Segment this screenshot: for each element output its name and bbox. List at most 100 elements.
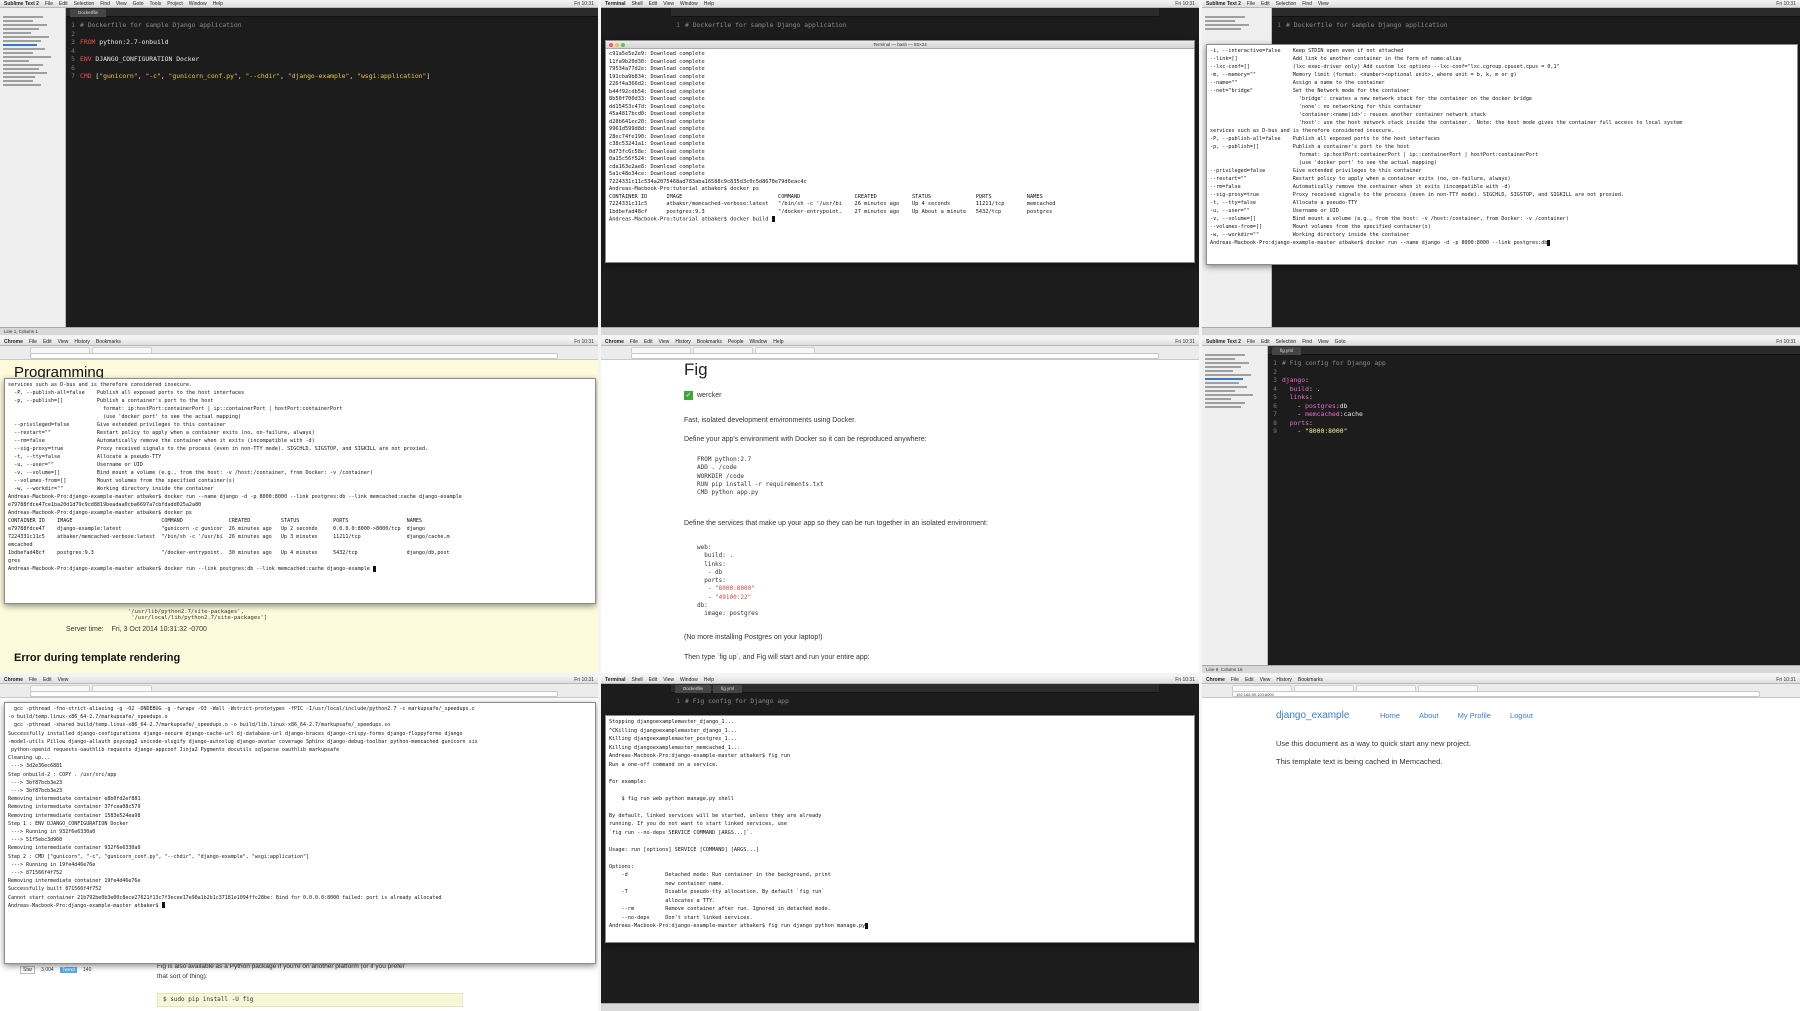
- code-line[interactable]: 1 # Dockerfile for sample Django applicat…: [66, 21, 598, 30]
- menu-app-name[interactable]: Chrome: [4, 677, 23, 683]
- terminal-titlebar[interactable]: Terminal — bash — 80×24: [606, 41, 1194, 49]
- menu-file[interactable]: File: [1247, 339, 1255, 345]
- code-line[interactable]: 4 build: .: [1268, 385, 1800, 394]
- code-line[interactable]: 8 ports:: [1268, 419, 1800, 428]
- browser-tab[interactable]: [30, 347, 90, 353]
- wercker-badge[interactable]: ✓ wercker: [684, 391, 722, 400]
- menu-bookmarks[interactable]: Bookmarks: [96, 339, 121, 345]
- terminal-prompt[interactable]: Andreas-Macbook-Pro:django-example-maste…: [609, 922, 1191, 931]
- menu-file[interactable]: File: [1247, 1, 1255, 7]
- menu-edit[interactable]: Edit: [1261, 339, 1270, 345]
- menu-edit[interactable]: Edit: [1261, 1, 1270, 7]
- browser-tab[interactable]: [30, 685, 90, 691]
- menu-history[interactable]: History: [1276, 677, 1292, 683]
- browser-tab[interactable]: [1356, 685, 1416, 691]
- browser-tab[interactable]: [92, 347, 152, 353]
- terminal-output[interactable]: gcc -pthread -fno-strict-aliasing -g -O2…: [5, 703, 595, 912]
- menu-file[interactable]: File: [630, 339, 638, 345]
- code-line[interactable]: 6: [66, 64, 598, 73]
- github-star-button[interactable]: Star: [20, 966, 36, 974]
- menu-app-name[interactable]: Chrome: [605, 339, 624, 345]
- browser-tab[interactable]: [1294, 685, 1354, 691]
- code-line[interactable]: 3 django:: [1268, 376, 1800, 385]
- menu-selection[interactable]: Selection: [1276, 1, 1297, 7]
- terminal-window[interactable]: Stopping djangoexamplemaster_django_1...…: [605, 715, 1195, 943]
- browser-tab[interactable]: [755, 347, 815, 353]
- code-view[interactable]: 1 # Fig config for Django app 2 3 django:4 b…: [1268, 355, 1800, 665]
- code-line[interactable]: 6 - postgres:db: [1268, 402, 1800, 411]
- code-view[interactable]: 1 # Dockerfile for sample Django applicat…: [66, 17, 598, 327]
- code-line[interactable]: 5 ENV DJANGO_CONFIGURATION Docker: [66, 55, 598, 64]
- menu-app-name[interactable]: Sublime Text 2: [1206, 1, 1241, 7]
- terminal-output[interactable]: services such as D-bus and is therefore …: [5, 379, 595, 575]
- menu-app-name[interactable]: Chrome: [1206, 677, 1225, 683]
- menu-window[interactable]: Window: [680, 677, 698, 683]
- menu-bookmarks[interactable]: Bookmarks: [697, 339, 722, 345]
- menu-edit[interactable]: Edit: [43, 339, 52, 345]
- menu-file[interactable]: File: [1231, 677, 1239, 683]
- menu-view[interactable]: View: [663, 1, 674, 7]
- minimize-icon[interactable]: [615, 43, 619, 47]
- code-line[interactable]: 7 - memcached:cache: [1268, 410, 1800, 419]
- menu-find[interactable]: Find: [1302, 339, 1312, 345]
- terminal-prompt[interactable]: Andreas-Macbook-Pro:django-example-maste…: [8, 565, 592, 573]
- editor-tab-fig-yml[interactable]: fig.yml: [713, 685, 743, 693]
- menu-bookmarks[interactable]: Bookmarks: [1298, 677, 1323, 683]
- terminal-window[interactable]: services such as D-bus and is therefore …: [4, 378, 596, 604]
- menu-app-name[interactable]: Terminal: [605, 1, 625, 7]
- address-bar[interactable]: 192.168.59.103:8000: [1232, 691, 1760, 697]
- tweet-button[interactable]: Tweet: [59, 967, 78, 973]
- address-bar[interactable]: [631, 353, 1159, 359]
- code-line[interactable]: 3 FROM python:2.7-onbuild: [66, 38, 598, 47]
- code-line[interactable]: 7 CMD ["gunicorn", "-c", "gunicorn_conf.p…: [66, 72, 598, 81]
- nav-home-link[interactable]: Home: [1380, 711, 1400, 720]
- menu-file[interactable]: File: [45, 1, 53, 7]
- terminal-output[interactable]: Stopping djangoexamplemaster_django_1...…: [606, 716, 1194, 933]
- menu-help[interactable]: Help: [704, 677, 714, 683]
- code-line[interactable]: 5 links:: [1268, 393, 1800, 402]
- terminal-prompt[interactable]: Andreas-Macbook-Pro:tutorial atbaker$ do…: [609, 216, 1191, 224]
- menu-window[interactable]: Window: [189, 1, 207, 7]
- menu-edit[interactable]: Edit: [43, 677, 52, 683]
- menu-tools[interactable]: Tools: [150, 1, 162, 7]
- menu-goto[interactable]: Goto: [133, 1, 144, 7]
- browser-tab[interactable]: [92, 685, 152, 691]
- menu-app-name[interactable]: Sublime Text 2: [4, 1, 39, 7]
- menu-history[interactable]: History: [74, 339, 90, 345]
- menu-view[interactable]: View: [1318, 339, 1329, 345]
- menu-app-name[interactable]: Terminal: [605, 677, 625, 683]
- terminal-output[interactable]: c91a5e5e2e9: Download complete 11fa9b20d3…: [606, 49, 1194, 226]
- terminal-prompt[interactable]: Andreas-Macbook-Pro:django-example-maste…: [1210, 239, 1794, 247]
- menu-edit[interactable]: Edit: [1245, 677, 1254, 683]
- file-sidebar[interactable]: [0, 8, 66, 327]
- site-brand-link[interactable]: django_example: [1276, 710, 1349, 721]
- browser-tab[interactable]: [693, 347, 753, 353]
- menu-window[interactable]: Window: [750, 339, 768, 345]
- menu-find[interactable]: Find: [1302, 1, 1312, 7]
- code-line[interactable]: 1 # Fig config for Django app: [1268, 359, 1800, 368]
- nav-about-link[interactable]: About: [1419, 711, 1439, 720]
- menu-people[interactable]: People: [728, 339, 744, 345]
- menu-edit[interactable]: Edit: [59, 1, 68, 7]
- menu-help[interactable]: Help: [704, 1, 714, 7]
- address-bar[interactable]: [30, 691, 558, 697]
- menu-edit[interactable]: Edit: [644, 339, 653, 345]
- menu-project[interactable]: Project: [167, 1, 183, 7]
- menu-view[interactable]: View: [663, 677, 674, 683]
- nav-my-profile-link[interactable]: My Profile: [1458, 711, 1491, 720]
- editor-tab-fig-yml[interactable]: fig.yml: [1272, 347, 1302, 355]
- menu-shell[interactable]: Shell: [631, 677, 642, 683]
- zoom-icon[interactable]: [621, 43, 625, 47]
- terminal-window[interactable]: gcc -pthread -fno-strict-aliasing -g -O2…: [4, 702, 596, 964]
- browser-tab[interactable]: [1232, 685, 1292, 691]
- menu-help[interactable]: Help: [773, 339, 783, 345]
- code-line[interactable]: 9 - "8000:8000": [1268, 427, 1800, 436]
- editor-tab-dockerfile[interactable]: Dockerfile: [70, 9, 107, 17]
- menu-goto[interactable]: Goto: [1335, 339, 1346, 345]
- code-line[interactable]: 2: [66, 30, 598, 39]
- menu-view[interactable]: View: [659, 339, 670, 345]
- menu-help[interactable]: Help: [213, 1, 223, 7]
- menu-file[interactable]: File: [29, 339, 37, 345]
- editor-tab-dockerfile[interactable]: Dockerfile: [675, 685, 712, 693]
- menu-selection[interactable]: Selection: [74, 1, 95, 7]
